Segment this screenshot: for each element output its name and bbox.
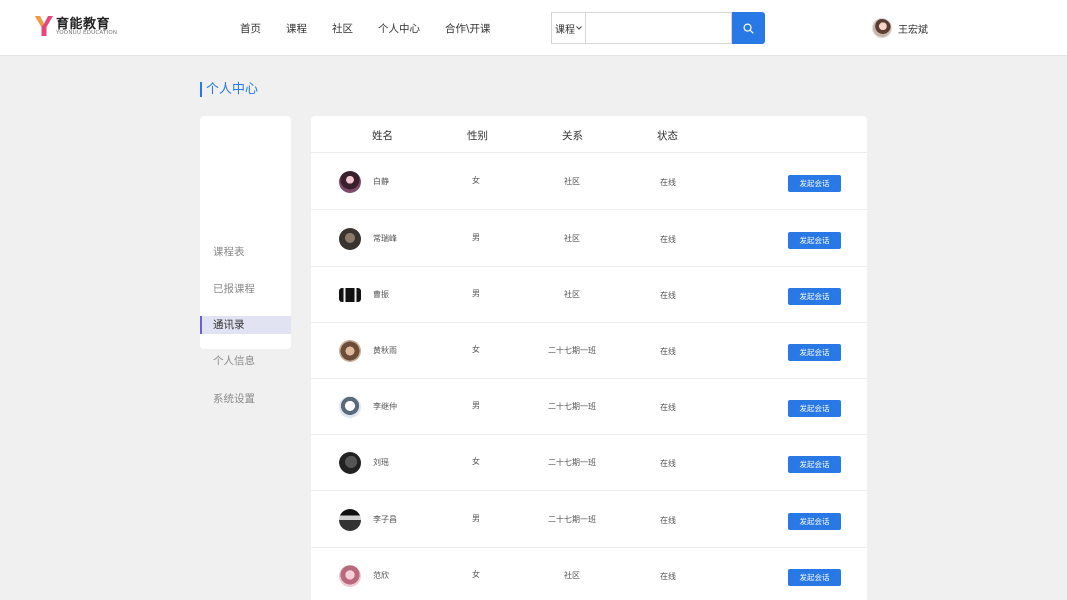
avatar <box>339 565 361 587</box>
start-chat-button[interactable]: 发起会话 <box>788 456 841 473</box>
column-header-name: 姓名 <box>372 130 393 142</box>
start-chat-button[interactable]: 发起会话 <box>788 344 841 361</box>
contact-status: 在线 <box>660 347 676 356</box>
start-chat-button[interactable]: 发起会话 <box>788 232 841 249</box>
nav-item-home[interactable]: 首页 <box>240 21 261 36</box>
start-chat-button[interactable]: 发起会话 <box>788 288 841 305</box>
avatar <box>339 396 361 418</box>
contact-relation: 社区 <box>564 177 580 186</box>
sidebar: 课程表 已报课程 通讯录 个人信息 系统设置 <box>200 116 291 405</box>
table-row: 范欣 女 社区 在线 发起会话 <box>311 548 867 600</box>
contact-name: 刘瑶 <box>373 458 389 467</box>
logo-y-icon <box>35 16 53 36</box>
column-header-relation: 关系 <box>562 130 583 142</box>
contact-relation: 二十七期一班 <box>548 346 596 355</box>
contact-relation: 二十七期一班 <box>548 402 596 411</box>
contact-name: 黄秋雨 <box>373 346 397 355</box>
contact-relation: 二十七期一班 <box>548 515 596 524</box>
table-row: 白静 女 社区 在线 发起会话 <box>311 154 867 210</box>
table-row: 李继仲 男 二十七期一班 在线 发起会话 <box>311 379 867 435</box>
search-bar: 课程 <box>551 12 765 44</box>
contact-relation: 社区 <box>564 234 580 243</box>
sidebar-item-settings[interactable]: 系统设置 <box>200 390 291 408</box>
sidebar-item-personal-info[interactable]: 个人信息 <box>200 352 291 370</box>
contact-name: 李继仲 <box>373 402 397 411</box>
avatar <box>339 509 361 531</box>
contact-gender: 男 <box>472 289 480 298</box>
top-header: 育能教育 YOONUU EDUCATION 首页 课程 社区 个人中心 合作\开… <box>0 0 1067 56</box>
contact-name: 曹振 <box>373 290 389 299</box>
sidebar-item-contacts[interactable]: 通讯录 <box>200 316 291 334</box>
search-button[interactable] <box>732 12 765 44</box>
contact-status: 在线 <box>660 572 676 581</box>
contact-status: 在线 <box>660 235 676 244</box>
table-row: 常瑞峰 男 社区 在线 发起会话 <box>311 211 867 267</box>
contact-status: 在线 <box>660 178 676 187</box>
search-category-label: 课程 <box>555 24 575 36</box>
contacts-table: 姓名 性别 关系 状态 白静 女 社区 在线 发起会话 常瑞峰 男 社区 在线 … <box>311 116 867 600</box>
avatar <box>339 228 361 250</box>
search-input[interactable] <box>587 13 731 43</box>
user-menu[interactable]: 王宏斌 <box>872 17 928 39</box>
contact-gender: 女 <box>472 176 480 185</box>
start-chat-button[interactable]: 发起会话 <box>788 175 841 192</box>
start-chat-button[interactable]: 发起会话 <box>788 400 841 417</box>
contact-gender: 男 <box>472 401 480 410</box>
table-row: 刘瑶 女 二十七期一班 在线 发起会话 <box>311 435 867 491</box>
contact-relation: 二十七期一班 <box>548 458 596 467</box>
contact-name: 常瑞峰 <box>373 234 397 243</box>
nav-item-cooperation[interactable]: 合作\开课 <box>445 21 491 36</box>
contact-name: 范欣 <box>373 571 389 580</box>
nav-item-courses[interactable]: 课程 <box>286 21 307 36</box>
contact-relation: 社区 <box>564 571 580 580</box>
table-row: 李子昌 男 二十七期一班 在线 发起会话 <box>311 492 867 548</box>
avatar <box>339 171 361 193</box>
contact-gender: 男 <box>472 514 480 523</box>
avatar <box>339 452 361 474</box>
search-box: 课程 <box>551 12 732 44</box>
contact-name: 李子昌 <box>373 515 397 524</box>
contact-gender: 女 <box>472 570 480 579</box>
search-icon <box>743 23 754 33</box>
brand-subtitle: YOONUU EDUCATION <box>56 30 118 36</box>
main-nav: 首页 课程 社区 个人中心 合作\开课 <box>240 0 516 56</box>
start-chat-button[interactable]: 发起会话 <box>788 513 841 530</box>
nav-item-personal-center[interactable]: 个人中心 <box>378 21 420 36</box>
search-category-select[interactable]: 课程 <box>552 13 586 43</box>
contact-gender: 男 <box>472 233 480 242</box>
start-chat-button[interactable]: 发起会话 <box>788 569 841 586</box>
column-header-status: 状态 <box>657 130 678 142</box>
contact-status: 在线 <box>660 291 676 300</box>
page-title: 个人中心 <box>200 82 258 97</box>
column-header-gender: 性别 <box>467 130 488 142</box>
table-header: 姓名 性别 关系 状态 <box>311 116 867 153</box>
avatar <box>339 288 361 302</box>
contact-relation: 社区 <box>564 290 580 299</box>
contact-name: 白静 <box>373 177 389 186</box>
contact-gender: 女 <box>472 457 480 466</box>
table-row: 黄秋雨 女 二十七期一班 在线 发起会话 <box>311 323 867 379</box>
table-row: 曹振 男 社区 在线 发起会话 <box>311 267 867 323</box>
nav-item-community[interactable]: 社区 <box>332 21 353 36</box>
contact-gender: 女 <box>472 345 480 354</box>
avatar <box>872 18 892 38</box>
avatar <box>339 340 361 362</box>
contact-status: 在线 <box>660 403 676 412</box>
chevron-down-icon <box>576 26 582 30</box>
contact-status: 在线 <box>660 516 676 525</box>
sidebar-item-enrolled-courses[interactable]: 已报课程 <box>200 280 291 298</box>
sidebar-item-schedule[interactable]: 课程表 <box>200 243 291 261</box>
contact-status: 在线 <box>660 459 676 468</box>
user-name: 王宏斌 <box>898 24 928 36</box>
